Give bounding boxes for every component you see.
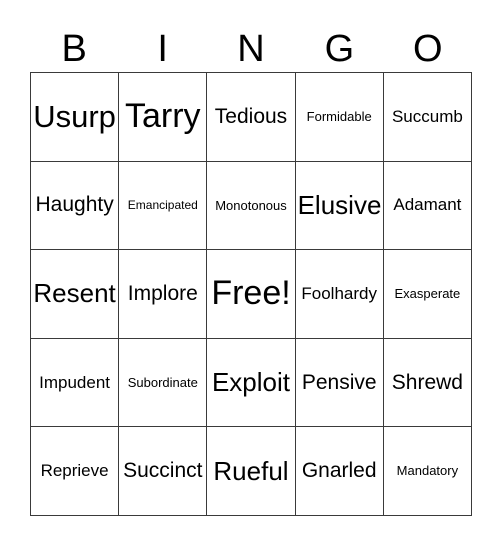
bingo-cell-label: Impudent — [39, 372, 111, 392]
header-letter-g: G — [324, 28, 355, 70]
bingo-cell[interactable]: Resent — [31, 250, 120, 339]
bingo-cell[interactable]: Shrewd — [383, 338, 472, 428]
bingo-cell-label: Subordinate — [127, 374, 198, 390]
bingo-cell-label: Adamant — [393, 195, 462, 215]
bingo-cell[interactable]: Exasperate — [383, 250, 472, 339]
header-letter-o: O — [413, 28, 443, 70]
bingo-cell-label: Tarry — [125, 96, 201, 135]
bingo-cell[interactable]: Rueful — [207, 427, 296, 516]
bingo-cell-label: Emancipated — [127, 198, 198, 213]
bingo-cell[interactable]: Mandatory — [383, 427, 472, 516]
bingo-cell[interactable]: Monotonous — [207, 161, 296, 251]
bingo-cell[interactable]: Formidable — [295, 73, 384, 162]
bingo-cell-label: Free! — [211, 274, 291, 313]
bingo-cell-label: Rueful — [213, 455, 289, 486]
bingo-cell-label: Shrewd — [391, 370, 463, 394]
bingo-cell-label: Usurp — [33, 98, 116, 134]
bingo-cell[interactable]: Reprieve — [31, 427, 120, 516]
bingo-cell[interactable]: Pensive — [295, 338, 384, 428]
bingo-cell[interactable]: Adamant — [383, 161, 472, 251]
bingo-cell[interactable]: Elusive — [295, 161, 384, 251]
bingo-cell[interactable]: Tedious — [207, 73, 296, 162]
bingo-cell[interactable]: Foolhardy — [295, 250, 384, 339]
bingo-cell[interactable]: Emancipated — [119, 161, 208, 251]
bingo-grid: Usurp Tarry Tedious Formidable Succumb H… — [30, 72, 472, 516]
bingo-cell-label: Formidable — [306, 108, 372, 124]
bingo-cell[interactable]: Implore — [119, 250, 208, 339]
bingo-cell[interactable]: Subordinate — [119, 338, 208, 428]
bingo-cell-label: Pensive — [301, 370, 377, 394]
bingo-cell[interactable]: Haughty — [31, 161, 120, 251]
bingo-cell-label: Monotonous — [215, 197, 287, 213]
bingo-cell-label: Gnarled — [301, 459, 377, 483]
bingo-header: B I N G O — [30, 18, 472, 70]
bingo-cell-label: Exploit — [211, 366, 291, 397]
bingo-cell-label: Foolhardy — [301, 284, 377, 304]
bingo-cell-label: Exasperate — [394, 286, 461, 302]
bingo-cell-label: Succumb — [391, 106, 463, 126]
bingo-cell-label: Mandatory — [396, 463, 459, 479]
bingo-cell[interactable]: Usurp — [31, 73, 120, 162]
bingo-cell-label: Haughty — [35, 193, 114, 217]
bingo-cell-label: Implore — [127, 281, 198, 305]
bingo-card: B I N G O Usurp Tarry Tedious Formidable… — [0, 0, 500, 544]
header-letter-b: B — [61, 28, 87, 70]
bingo-cell[interactable]: Gnarled — [295, 427, 384, 516]
bingo-cell[interactable]: Exploit — [207, 338, 296, 428]
bingo-cell-free-space[interactable]: Free! — [207, 250, 296, 339]
bingo-cell-label: Resent — [33, 278, 116, 309]
header-letter-i: I — [157, 28, 168, 70]
bingo-cell[interactable]: Succinct — [119, 427, 208, 516]
bingo-cell[interactable]: Succumb — [383, 73, 472, 162]
bingo-cell[interactable]: Tarry — [119, 73, 208, 162]
header-letter-n: N — [237, 28, 265, 70]
bingo-cell-label: Succinct — [123, 459, 203, 483]
bingo-cell-label: Elusive — [297, 189, 382, 220]
bingo-cell-label: Reprieve — [40, 461, 109, 481]
bingo-cell-label: Tedious — [214, 104, 288, 128]
bingo-cell[interactable]: Impudent — [31, 338, 120, 428]
